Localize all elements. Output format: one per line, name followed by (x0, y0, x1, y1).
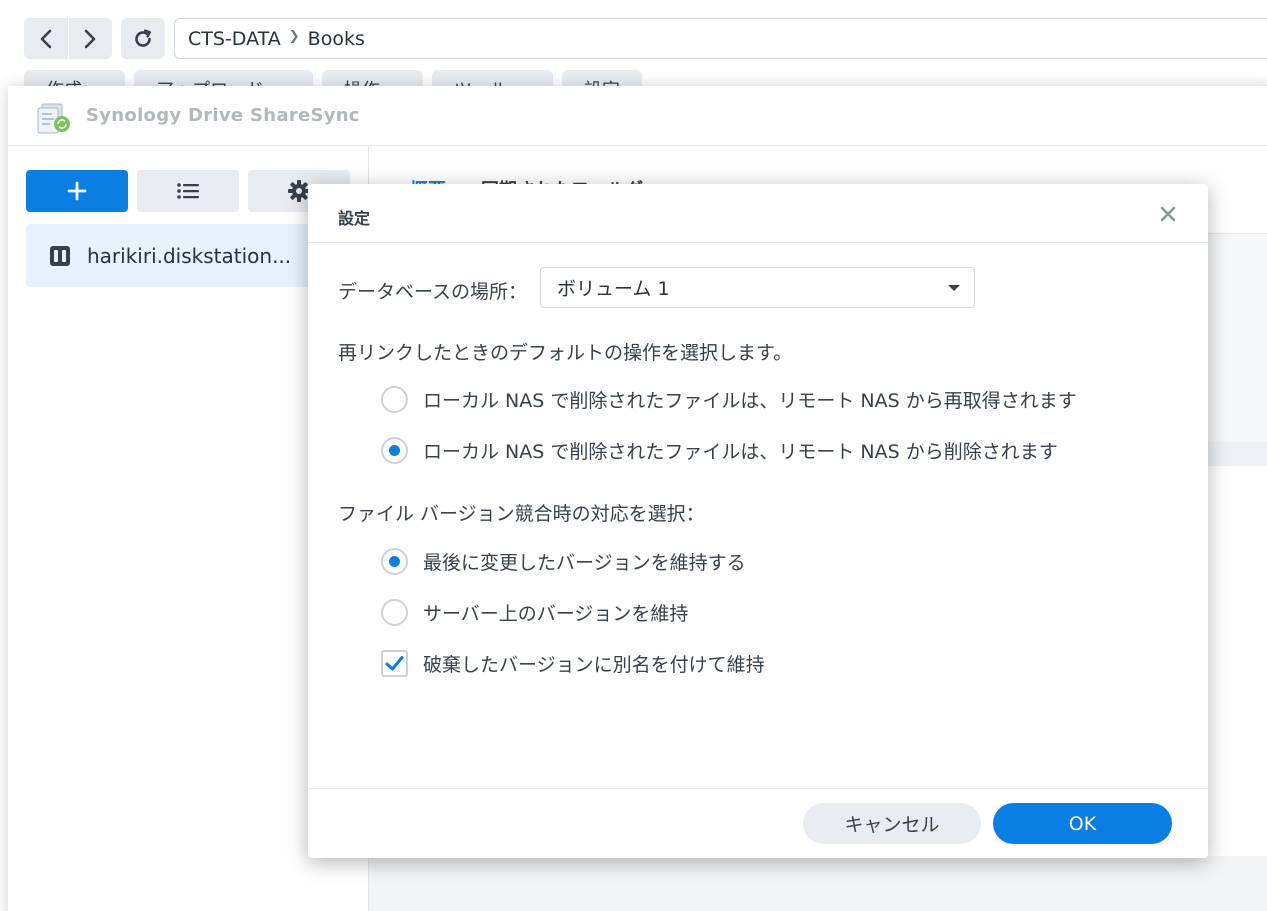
caret-down-icon (948, 285, 960, 291)
path-root[interactable]: CTS-DATA (188, 28, 281, 50)
conflict-option-label: 最後に変更したバージョンを維持する (423, 551, 746, 574)
chevron-left-icon (40, 29, 52, 48)
list-icon (177, 183, 199, 199)
conflict-option-keep-latest[interactable]: 最後に変更したバージョンを維持する (381, 547, 746, 575)
path-folder[interactable]: Books (308, 28, 365, 50)
conflict-heading: ファイル バージョン競合時の対応を選択： (338, 503, 705, 525)
sharesync-logo-icon (37, 103, 70, 134)
main-footer (369, 856, 1267, 911)
radio-button[interactable] (381, 547, 408, 575)
app-title: Synology Drive ShareSync (86, 105, 360, 126)
refresh-button[interactable] (121, 18, 165, 59)
add-connection-button[interactable] (26, 170, 128, 212)
nas-server-icon (50, 245, 70, 266)
dialog-title: 設定 (338, 209, 371, 228)
history-nav-group (24, 18, 112, 59)
radio-button[interactable] (381, 436, 408, 464)
path-bar[interactable]: CTS-DATA ❯ Books (174, 18, 1267, 59)
db-location-value: ボリューム 1 (557, 278, 670, 300)
radio-button[interactable] (381, 385, 408, 413)
sharesync-header: Synology Drive ShareSync (8, 86, 1267, 146)
list-view-button[interactable] (137, 170, 239, 212)
radio-button[interactable] (381, 598, 408, 626)
relink-option-refetch[interactable]: ローカル NAS で削除されたファイルは、リモート NAS から再取得されます (381, 385, 1077, 413)
connection-label: harikiri.diskstation... (87, 243, 292, 268)
refresh-icon (135, 28, 151, 47)
close-button[interactable] (1156, 202, 1180, 226)
relink-option-label: ローカル NAS で削除されたファイルは、リモート NAS から再取得されます (423, 389, 1077, 412)
plus-icon (67, 181, 87, 201)
db-location-label: データベースの場所： (338, 281, 528, 303)
close-icon (1160, 206, 1176, 222)
ok-button[interactable]: OK (993, 803, 1172, 844)
keep-discarded-option[interactable]: 破棄したバージョンに別名を付けて維持 (381, 649, 765, 677)
db-location-select[interactable]: ボリューム 1 (540, 267, 975, 308)
dialog-header: 設定 (308, 184, 1208, 243)
conflict-option-label: サーバー上のバージョンを維持 (423, 602, 689, 625)
cancel-button[interactable]: キャンセル (803, 803, 981, 844)
back-button[interactable] (24, 18, 68, 59)
settings-dialog: 設定 データベースの場所： ボリューム 1 再リンクしたときのデフォルトの操作を… (308, 184, 1208, 858)
chevron-right-icon (84, 29, 96, 48)
keep-discarded-label: 破棄したバージョンに別名を付けて維持 (423, 653, 765, 676)
keep-discarded-checkbox[interactable] (381, 649, 408, 677)
forward-button[interactable] (68, 18, 112, 59)
checkmark-icon (385, 655, 404, 670)
conflict-option-keep-server[interactable]: サーバー上のバージョンを維持 (381, 598, 688, 626)
relink-option-delete[interactable]: ローカル NAS で削除されたファイルは、リモート NAS から削除されます (381, 436, 1058, 464)
relink-heading: 再リンクしたときのデフォルトの操作を選択します。 (338, 342, 793, 364)
path-separator-icon: ❯ (288, 29, 300, 44)
relink-option-label: ローカル NAS で削除されたファイルは、リモート NAS から削除されます (423, 440, 1058, 463)
dialog-footer: キャンセル OK (308, 788, 1208, 858)
